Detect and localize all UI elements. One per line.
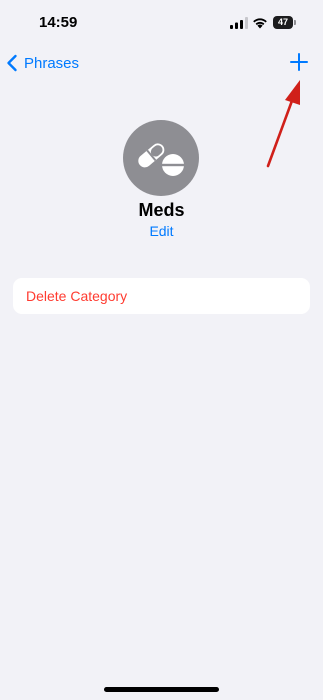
battery-icon: 47 [273,16,297,29]
category-icon [123,120,199,196]
back-label: Phrases [24,54,80,72]
actions-list: Delete Category [13,278,310,314]
battery-level: 47 [273,16,293,29]
delete-category-button[interactable]: Delete Category [13,278,310,314]
status-bar: 14:59 47 [0,0,323,46]
pills-icon [138,143,184,176]
chevron-left-icon [7,54,17,72]
wifi-icon [253,18,267,29]
edit-button[interactable]: Edit [0,223,323,239]
plus-icon[interactable] [288,51,310,73]
category-title: Meds [138,200,185,220]
status-time: 14:59 [39,14,78,31]
phrase-category-screen: 14:59 47 Phrases Meds Edit Delete Catego… [0,0,323,700]
back-button[interactable]: Phrases [6,50,79,76]
cellular-signal-icon [230,17,248,29]
annotation-arrow [266,80,300,168]
delete-category-label: Delete Category [26,288,128,304]
home-indicator[interactable] [104,687,219,692]
battery-cap [294,20,296,25]
